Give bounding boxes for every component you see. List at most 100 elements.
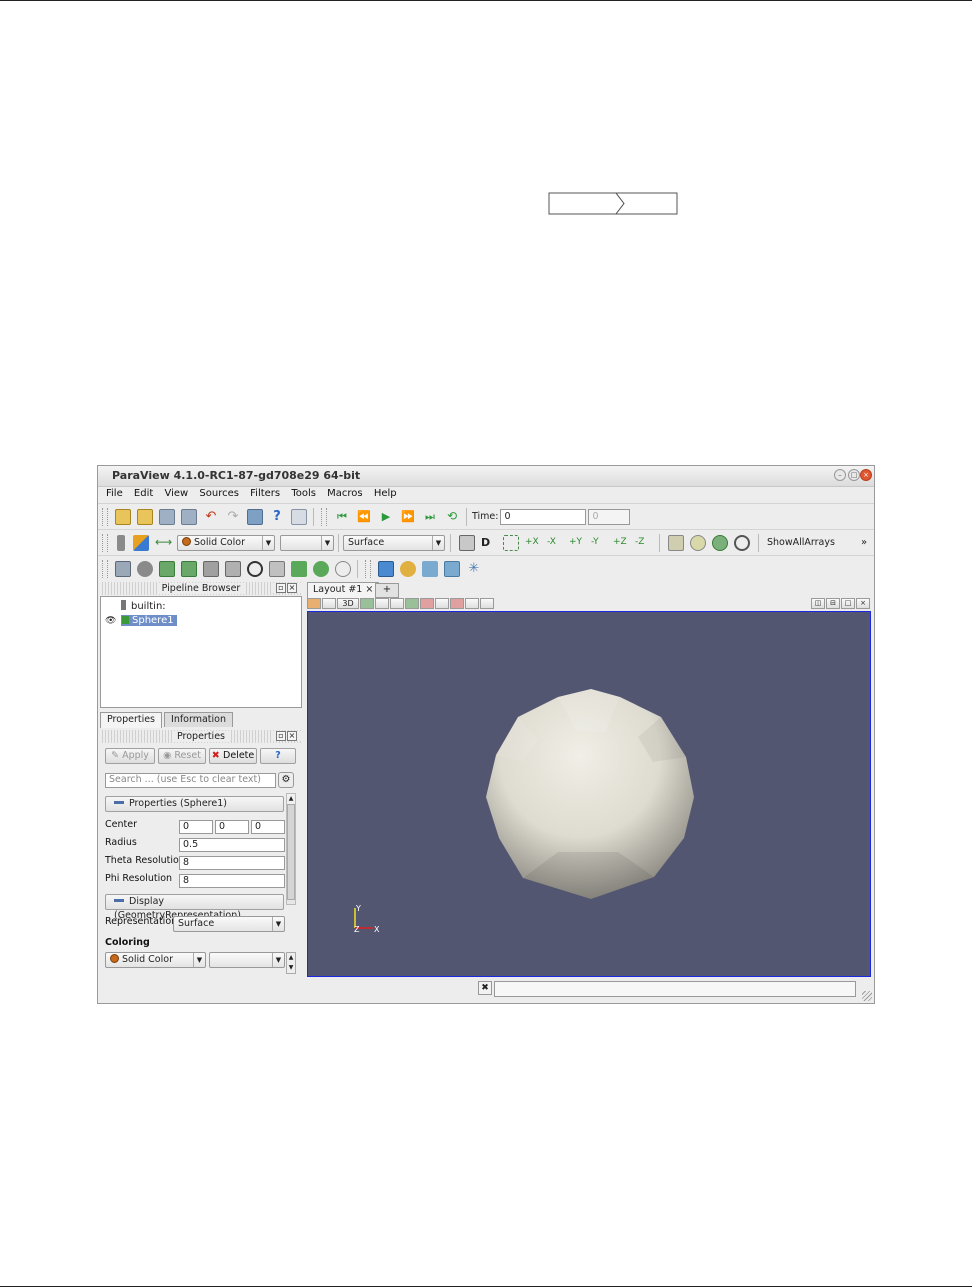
calculator-icon[interactable] — [115, 560, 131, 577]
next-frame-icon[interactable]: ⏩ — [400, 509, 416, 525]
menu-filters[interactable]: Filters — [250, 488, 280, 499]
toolbar-overflow-button[interactable]: » — [861, 537, 867, 548]
maximize-view-icon[interactable]: □ — [841, 598, 855, 609]
menu-edit[interactable]: Edit — [134, 488, 153, 499]
reset-camera-icon[interactable] — [247, 508, 263, 525]
loop-icon[interactable]: ⟲ — [444, 509, 460, 525]
set-view-plus-z-icon[interactable]: +Z — [613, 535, 629, 551]
contour-icon[interactable] — [137, 560, 153, 577]
representation-select-panel[interactable]: Surface ▼ — [173, 916, 285, 932]
menu-sources[interactable]: Sources — [199, 488, 239, 499]
close-button[interactable]: × — [860, 469, 872, 481]
display-section-toggle[interactable]: Display (GeometryRepresentation) — [105, 894, 284, 921]
tab-information[interactable]: Information — [164, 712, 234, 727]
close-tab-icon[interactable]: × — [365, 584, 373, 595]
toolbar-grip[interactable] — [321, 507, 327, 526]
play-icon[interactable]: ▶ — [378, 509, 394, 525]
pick-center-icon[interactable] — [291, 508, 307, 525]
disconnect-icon[interactable] — [181, 508, 197, 525]
extract-selection-icon[interactable] — [378, 560, 394, 577]
tab-properties[interactable]: Properties — [100, 712, 163, 728]
interactive-select-icon[interactable] — [435, 598, 449, 609]
slice-icon[interactable] — [181, 560, 197, 577]
menu-file[interactable]: File — [106, 488, 123, 499]
open-icon[interactable] — [115, 508, 131, 525]
coloring-component-select[interactable]: ▼ — [209, 952, 285, 968]
redo-icon[interactable]: ↷ — [225, 509, 241, 525]
group-datasets-icon[interactable] — [313, 560, 329, 577]
time-input[interactable]: 0 — [500, 508, 587, 525]
warp-by-vector-icon[interactable] — [291, 560, 307, 577]
clear-selection-icon[interactable] — [480, 598, 494, 609]
reset-camera-icon[interactable] — [459, 534, 475, 551]
maximize-button[interactable]: □ — [848, 469, 860, 481]
toolbar-grip[interactable] — [365, 559, 371, 578]
extract-subset-icon[interactable] — [225, 560, 241, 577]
render-view[interactable]: Y Z X — [307, 611, 871, 977]
reset-button[interactable]: ◉ Reset — [158, 748, 206, 764]
menu-macros[interactable]: Macros — [327, 488, 362, 499]
toolbar-grip[interactable] — [102, 507, 108, 526]
set-view-plus-y-icon[interactable]: +Y — [569, 535, 585, 551]
stream-tracer-icon[interactable] — [269, 560, 285, 577]
camera-icon[interactable] — [307, 598, 321, 609]
rescale-range-icon[interactable]: ⟷ — [155, 535, 172, 551]
reset-center-icon[interactable] — [712, 534, 728, 551]
close-icon[interactable]: × — [287, 731, 297, 741]
color-legend-icon[interactable] — [117, 534, 125, 551]
threshold-icon[interactable] — [203, 560, 219, 577]
close-view-icon[interactable]: × — [856, 598, 870, 609]
plot-data-icon[interactable] — [444, 560, 460, 577]
color-component-select[interactable]: ▼ — [280, 534, 334, 551]
float-icon[interactable]: ▫ — [276, 731, 286, 741]
center-axes-icon[interactable] — [668, 534, 684, 551]
toolbar-grip[interactable] — [102, 559, 108, 578]
menu-tools[interactable]: Tools — [291, 488, 316, 499]
split-horizontal-icon[interactable]: ◫ — [811, 598, 825, 609]
resize-grip-icon[interactable] — [862, 991, 872, 1001]
glyph-icon[interactable] — [247, 560, 263, 577]
properties-search-input[interactable]: Search ... (use Esc to clear text) — [105, 773, 276, 788]
plot-over-line-icon[interactable] — [422, 560, 438, 577]
select-block-icon[interactable] — [420, 598, 434, 609]
representation-select[interactable]: Surface ▼ — [343, 534, 445, 551]
visibility-eye-icon[interactable]: 👁 — [105, 616, 116, 626]
capture-icon[interactable] — [322, 598, 336, 609]
set-view-minus-y-icon[interactable]: -Y — [591, 535, 607, 551]
minimize-button[interactable]: – — [834, 469, 846, 481]
scroll-up-icon[interactable]: ▲ — [287, 794, 295, 804]
properties-scrollbar[interactable]: ▲ — [286, 793, 296, 905]
menu-help[interactable]: Help — [374, 488, 397, 499]
coloring-select[interactable]: Solid Color ▼ — [105, 952, 206, 968]
connect-icon[interactable] — [159, 508, 175, 525]
theta-resolution-input[interactable]: 8 — [179, 856, 285, 870]
rotate-icon[interactable] — [734, 534, 750, 551]
center-z-input[interactable]: 0 — [251, 820, 285, 834]
scroll-spin-icon[interactable]: ▲ ▼ — [286, 952, 296, 974]
select-frustum-points-icon[interactable] — [405, 598, 419, 609]
gear-icon[interactable]: ⚙ — [278, 772, 294, 788]
delete-button[interactable]: ✖ Delete — [209, 748, 257, 764]
split-vertical-icon[interactable]: ⊟ — [826, 598, 840, 609]
apply-button[interactable]: ✎ Apply — [105, 748, 155, 764]
properties-section-toggle[interactable]: Properties (Sphere1) — [105, 796, 284, 812]
tree-item-sphere1[interactable]: Sphere1 — [121, 615, 177, 626]
extract-level-icon[interactable] — [335, 560, 351, 577]
scroll-thumb[interactable] — [287, 804, 295, 900]
tab-layout-1[interactable]: Layout #1 × — [307, 582, 380, 598]
set-view-plus-x-icon[interactable]: +X — [525, 535, 541, 551]
add-layout-button[interactable]: + — [375, 583, 399, 598]
zoom-to-box-icon[interactable] — [503, 534, 519, 551]
select-points-icon[interactable] — [375, 598, 389, 609]
toggle-3d-button[interactable]: 3D — [337, 598, 359, 609]
close-icon[interactable]: × — [287, 583, 297, 593]
edit-color-map-icon[interactable] — [133, 534, 149, 551]
properties-help-button[interactable]: ? — [260, 748, 296, 764]
pick-center-icon[interactable] — [690, 534, 706, 551]
float-icon[interactable]: ▫ — [276, 583, 286, 593]
grow-selection-icon[interactable] — [465, 598, 479, 609]
show-all-arrays-button[interactable]: ShowAllArrays — [767, 537, 835, 548]
time-step-spinbox[interactable]: 0 — [588, 508, 631, 525]
color-by-select[interactable]: Solid Color ▼ — [177, 534, 275, 551]
first-frame-icon[interactable]: ⏮ — [334, 509, 350, 525]
